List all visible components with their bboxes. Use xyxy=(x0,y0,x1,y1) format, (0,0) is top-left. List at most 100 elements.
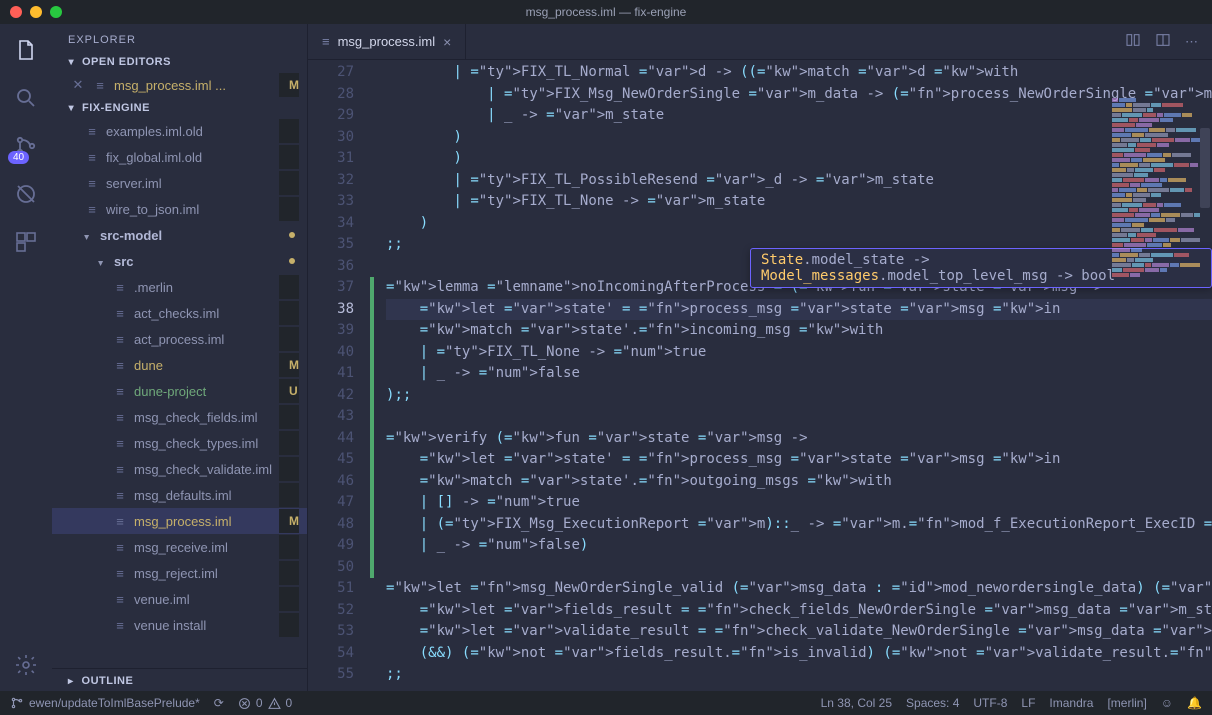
minimize-window-button[interactable] xyxy=(30,6,42,18)
file-label: msg_defaults.iml xyxy=(134,488,273,503)
file-row[interactable]: ≡duneM xyxy=(52,352,307,378)
open-editor-item[interactable]: ✕ ≡ msg_process.iml ... M xyxy=(52,72,307,98)
folder-row[interactable]: src xyxy=(52,248,307,274)
folder-label: src xyxy=(114,254,283,269)
notifications-status[interactable]: 🔔 xyxy=(1187,696,1202,710)
code-content[interactable]: | ="ty">FIX_TL_Normal ="var">d -> ((="kw… xyxy=(374,60,1212,691)
file-row[interactable]: ≡ msg_check_types.iml xyxy=(52,430,307,456)
file-row[interactable]: ≡fix_global.iml.old xyxy=(52,144,307,170)
language-mode-status[interactable]: Imandra xyxy=(1049,696,1093,710)
editor-scrollbar[interactable] xyxy=(1200,88,1210,691)
file-row[interactable]: ≡act_process.iml xyxy=(52,326,307,352)
file-icon: ≡ xyxy=(84,124,100,139)
file-label: msg_check_types.iml xyxy=(134,436,273,451)
scm-badge: 40 xyxy=(8,151,29,164)
close-tab-icon[interactable]: × xyxy=(443,35,451,49)
outline-header[interactable]: ▸ OUTLINE xyxy=(52,668,307,691)
folder-label: src-model xyxy=(100,228,283,243)
explorer-sidebar: EXPLORER OPEN EDITORS ✕ ≡ msg_process.im… xyxy=(52,24,308,691)
scrollbar-thumb[interactable] xyxy=(1200,128,1210,208)
settings-gear-icon[interactable] xyxy=(12,651,40,679)
explorer-activity-icon[interactable] xyxy=(12,36,40,64)
git-modified-dot xyxy=(289,258,295,264)
file-icon: ≡ xyxy=(84,176,100,191)
debug-activity-icon[interactable] xyxy=(12,180,40,208)
encoding-status[interactable]: UTF-8 xyxy=(973,696,1007,710)
file-row[interactable]: ≡ msg_receive.iml xyxy=(52,534,307,560)
open-editors-list: ✕ ≡ msg_process.iml ... M xyxy=(52,72,307,98)
file-row[interactable]: ≡msg_defaults.iml xyxy=(52,482,307,508)
eol-status[interactable]: LF xyxy=(1021,696,1035,710)
file-row[interactable]: ≡examples.iml.old xyxy=(52,118,307,144)
sync-status[interactable]: ⟳ xyxy=(214,696,224,710)
file-row[interactable]: ≡.merlin xyxy=(52,274,307,300)
warning-icon xyxy=(268,697,281,710)
explorer-title: EXPLORER xyxy=(52,24,307,52)
file-icon: ≡ xyxy=(112,566,128,581)
feedback-status[interactable]: ☺ xyxy=(1161,696,1173,710)
cursor-position-status[interactable]: Ln 38, Col 25 xyxy=(821,696,892,710)
folder-row[interactable]: src-model xyxy=(52,222,307,248)
tab-msg-process[interactable]: ≡ msg_process.iml × xyxy=(308,24,466,59)
search-activity-icon[interactable] xyxy=(12,84,40,112)
file-row[interactable]: ≡msg_check_validate.iml xyxy=(52,456,307,482)
file-label: msg_check_validate.iml xyxy=(134,462,273,477)
file-icon: ≡ xyxy=(84,150,100,165)
chevron-right-icon: ▸ xyxy=(68,676,74,687)
workspace-header[interactable]: FIX-ENGINE xyxy=(52,98,307,118)
compare-icon[interactable] xyxy=(1125,32,1141,51)
file-icon: ≡ xyxy=(112,436,128,451)
split-editor-icon[interactable] xyxy=(1155,32,1171,51)
smiley-icon: ☺ xyxy=(1161,696,1173,710)
file-row[interactable]: ≡ server.iml xyxy=(52,170,307,196)
file-label: .merlin xyxy=(134,280,273,295)
file-icon: ≡ xyxy=(112,306,128,321)
file-label: act_checks.iml xyxy=(134,306,273,321)
git-branch-icon xyxy=(10,696,24,710)
git-status xyxy=(279,561,299,585)
file-row[interactable]: ≡venue.iml xyxy=(52,586,307,612)
git-status: U xyxy=(279,379,299,403)
problems-status[interactable]: 0 0 xyxy=(238,696,292,710)
file-row[interactable]: ≡ act_checks.iml xyxy=(52,300,307,326)
bell-icon: 🔔 xyxy=(1187,696,1202,710)
open-editors-header[interactable]: OPEN EDITORS xyxy=(52,52,307,72)
file-row[interactable]: ≡venue install xyxy=(52,612,307,638)
indentation-status[interactable]: Spaces: 4 xyxy=(906,696,959,710)
editor-tabs: ≡ msg_process.iml × ⋯ xyxy=(308,24,1212,60)
git-status xyxy=(279,613,299,637)
minimap[interactable] xyxy=(1112,98,1200,298)
status-bar: ewen/updateToImlBasePrelude ⟳ 0 0 Ln 38,… xyxy=(0,691,1212,715)
file-icon: ≡ xyxy=(112,540,128,555)
git-status xyxy=(279,405,299,429)
sync-icon: ⟳ xyxy=(214,696,224,710)
file-row[interactable]: ≡wire_to_json.iml xyxy=(52,196,307,222)
file-row[interactable]: ≡dune-projectU xyxy=(52,378,307,404)
scm-activity-icon[interactable]: 40 xyxy=(12,132,40,160)
more-actions-icon[interactable]: ⋯ xyxy=(1185,34,1198,50)
file-row[interactable]: ≡msg_reject.iml xyxy=(52,560,307,586)
file-label: wire_to_json.iml xyxy=(106,202,273,217)
close-editor-icon[interactable]: ✕ xyxy=(70,77,86,93)
maximize-window-button[interactable] xyxy=(50,6,62,18)
file-icon: ≡ xyxy=(112,410,128,425)
code-editor[interactable]: 2728293031323334353637383940414243444546… xyxy=(308,60,1212,691)
file-icon: ≡ xyxy=(112,384,128,399)
merlin-status[interactable]: [merlin] xyxy=(1107,696,1146,710)
close-window-button[interactable] xyxy=(10,6,22,18)
git-status xyxy=(279,301,299,325)
git-status xyxy=(279,145,299,169)
git-modified-dot xyxy=(289,232,295,238)
file-row[interactable]: ≡msg_process.imlM xyxy=(52,508,307,534)
tab-label: msg_process.iml xyxy=(338,34,436,49)
file-icon: ≡ xyxy=(92,78,108,93)
file-label: server.iml xyxy=(106,176,273,191)
file-icon: ≡ xyxy=(112,592,128,607)
title-bar: msg_process.iml — fix-engine xyxy=(0,0,1212,24)
file-row[interactable]: ≡msg_check_fields.iml xyxy=(52,404,307,430)
git-status xyxy=(279,431,299,455)
extensions-activity-icon[interactable] xyxy=(12,228,40,256)
git-branch-status[interactable]: ewen/updateToImlBasePrelude xyxy=(10,696,200,710)
git-status xyxy=(279,275,299,299)
file-label: msg_receive.iml xyxy=(134,540,273,555)
